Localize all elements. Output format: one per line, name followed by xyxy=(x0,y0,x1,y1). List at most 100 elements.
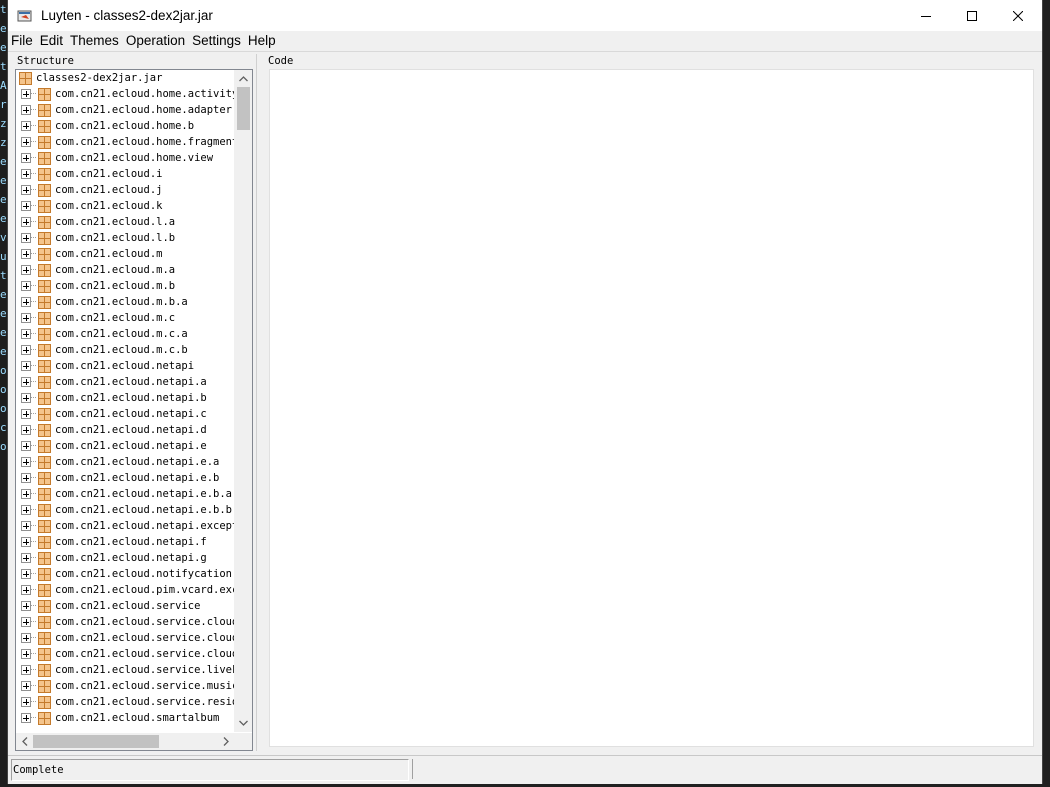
tree-package-row[interactable]: com.cn21.ecloud.netapi.a xyxy=(16,374,235,390)
expand-plus-icon[interactable] xyxy=(21,281,31,291)
close-button[interactable] xyxy=(995,0,1041,31)
expand-plus-icon[interactable] xyxy=(21,169,31,179)
expand-plus-icon[interactable] xyxy=(21,665,31,675)
tree-package-row[interactable]: com.cn21.ecloud.m.a xyxy=(16,262,235,278)
tree-package-row[interactable]: com.cn21.ecloud.m.c xyxy=(16,310,235,326)
expand-plus-icon[interactable] xyxy=(21,489,31,499)
tree-package-row[interactable]: com.cn21.ecloud.service.reside xyxy=(16,694,245,710)
expand-plus-icon[interactable] xyxy=(21,649,31,659)
expand-plus-icon[interactable] xyxy=(21,201,31,211)
title-bar[interactable]: Luyten - classes2-dex2jar.jar xyxy=(8,0,1042,31)
code-label: Code xyxy=(268,55,294,67)
tree-package-row[interactable]: com.cn21.ecloud.home.activity xyxy=(16,86,238,102)
expand-plus-icon[interactable] xyxy=(21,553,31,563)
tree-package-row[interactable]: com.cn21.ecloud.netapi.e xyxy=(16,438,235,454)
expand-plus-icon[interactable] xyxy=(21,585,31,595)
expand-plus-icon[interactable] xyxy=(21,121,31,131)
tree-package-row[interactable]: com.cn21.ecloud.home.adapter xyxy=(16,102,235,118)
tree-root[interactable]: classes2-dex2jar.jar xyxy=(16,70,235,86)
expand-plus-icon[interactable] xyxy=(21,617,31,627)
panel-splitter[interactable] xyxy=(256,54,261,751)
expand-plus-icon[interactable] xyxy=(21,217,31,227)
tree-package-row[interactable]: com.cn21.ecloud.home.fragment xyxy=(16,134,238,150)
code-editor-area[interactable] xyxy=(269,69,1034,747)
tree-package-row[interactable]: com.cn21.ecloud.i xyxy=(16,166,235,182)
tree-package-row[interactable]: com.cn21.ecloud.notifycation xyxy=(16,566,235,582)
expand-plus-icon[interactable] xyxy=(21,713,31,723)
menu-file[interactable]: File xyxy=(8,31,37,51)
tree-horizontal-scrollbar[interactable] xyxy=(16,733,235,750)
tree-package-row[interactable]: com.cn21.ecloud.home.view xyxy=(16,150,235,166)
expand-plus-icon[interactable] xyxy=(21,329,31,339)
tree-connector xyxy=(31,349,36,350)
menu-settings[interactable]: Settings xyxy=(189,31,245,51)
minimize-button[interactable] xyxy=(903,0,949,31)
tree-package-row[interactable]: com.cn21.ecloud.m.b xyxy=(16,278,235,294)
menu-themes[interactable]: Themes xyxy=(67,31,123,51)
expand-plus-icon[interactable] xyxy=(21,345,31,355)
tree-package-row[interactable]: com.cn21.ecloud.l.a xyxy=(16,214,235,230)
tree-package-row[interactable]: com.cn21.ecloud.netapi.e.b.a xyxy=(16,486,235,502)
maximize-button[interactable] xyxy=(949,0,995,31)
tree-connector xyxy=(31,397,36,398)
expand-plus-icon[interactable] xyxy=(21,393,31,403)
tree-package-row[interactable]: com.cn21.ecloud.netapi.c xyxy=(16,406,235,422)
expand-plus-icon[interactable] xyxy=(21,457,31,467)
tree-package-row[interactable]: com.cn21.ecloud.m.b.a xyxy=(16,294,235,310)
tree-package-row[interactable]: com.cn21.ecloud.pim.vcard.exce xyxy=(16,582,245,598)
tree-package-row[interactable]: com.cn21.ecloud.netapi.e.b xyxy=(16,470,235,486)
tree-package-row[interactable]: com.cn21.ecloud.m.c.b xyxy=(16,342,235,358)
tree-package-row[interactable]: com.cn21.ecloud.k xyxy=(16,198,235,214)
tree-package-row[interactable]: com.cn21.ecloud.netapi.e.a xyxy=(16,454,235,470)
expand-plus-icon[interactable] xyxy=(21,105,31,115)
tree-package-row[interactable]: com.cn21.ecloud.netapi.g xyxy=(16,550,235,566)
tree-package-row[interactable]: com.cn21.ecloud.netapi.b xyxy=(16,390,235,406)
tree-package-row[interactable]: com.cn21.ecloud.netapi.f xyxy=(16,534,235,550)
tree-package-row[interactable]: com.cn21.ecloud.m xyxy=(16,246,235,262)
expand-plus-icon[interactable] xyxy=(21,249,31,259)
expand-plus-icon[interactable] xyxy=(21,377,31,387)
tree-package-row[interactable]: com.cn21.ecloud.service.cloudq xyxy=(16,630,245,646)
expand-plus-icon[interactable] xyxy=(21,473,31,483)
expand-plus-icon[interactable] xyxy=(21,153,31,163)
expand-plus-icon[interactable] xyxy=(21,569,31,579)
menu-help[interactable]: Help xyxy=(245,31,280,51)
tree-connector xyxy=(31,669,36,670)
expand-plus-icon[interactable] xyxy=(21,265,31,275)
expand-plus-icon[interactable] xyxy=(21,505,31,515)
tree-package-row[interactable]: com.cn21.ecloud.service.cloudq xyxy=(16,646,245,662)
expand-plus-icon[interactable] xyxy=(21,409,31,419)
expand-plus-icon[interactable] xyxy=(21,297,31,307)
expand-plus-icon[interactable] xyxy=(21,361,31,371)
tree-package-row[interactable]: com.cn21.ecloud.j xyxy=(16,182,235,198)
tree-package-row[interactable]: com.cn21.ecloud.netapi xyxy=(16,358,235,374)
tree-package-row[interactable]: com.cn21.ecloud.m.c.a xyxy=(16,326,235,342)
expand-plus-icon[interactable] xyxy=(21,537,31,547)
expand-plus-icon[interactable] xyxy=(21,633,31,643)
expand-plus-icon[interactable] xyxy=(21,521,31,531)
expand-plus-icon[interactable] xyxy=(21,441,31,451)
tree-vertical-scrollbar[interactable] xyxy=(234,70,252,732)
tree-package-row[interactable]: com.cn21.ecloud.service.cloudq xyxy=(16,614,245,630)
tree-package-row[interactable]: com.cn21.ecloud.home.b xyxy=(16,118,235,134)
expand-plus-icon[interactable] xyxy=(21,313,31,323)
expand-plus-icon[interactable] xyxy=(21,425,31,435)
tree-package-row[interactable]: com.cn21.ecloud.l.b xyxy=(16,230,235,246)
tree-package-row[interactable]: com.cn21.ecloud.service xyxy=(16,598,235,614)
tree-package-row[interactable]: com.cn21.ecloud.netapi.d xyxy=(16,422,235,438)
structure-tree[interactable]: classes2-dex2jar.jar com.cn21.ecloud.hom… xyxy=(15,69,253,751)
tree-package-row[interactable]: com.cn21.ecloud.service.liveke xyxy=(16,662,245,678)
tree-package-row[interactable]: com.cn21.ecloud.service.music xyxy=(16,678,238,694)
tree-package-row[interactable]: com.cn21.ecloud.netapi.excepti xyxy=(16,518,245,534)
expand-plus-icon[interactable] xyxy=(21,681,31,691)
expand-plus-icon[interactable] xyxy=(21,185,31,195)
menu-edit[interactable]: Edit xyxy=(37,31,67,51)
expand-plus-icon[interactable] xyxy=(21,601,31,611)
tree-package-row[interactable]: com.cn21.ecloud.netapi.e.b.b xyxy=(16,502,235,518)
expand-plus-icon[interactable] xyxy=(21,233,31,243)
expand-plus-icon[interactable] xyxy=(21,89,31,99)
expand-plus-icon[interactable] xyxy=(21,697,31,707)
menu-operation[interactable]: Operation xyxy=(123,31,189,51)
expand-plus-icon[interactable] xyxy=(21,137,31,147)
tree-package-row[interactable]: com.cn21.ecloud.smartalbum xyxy=(16,710,235,726)
